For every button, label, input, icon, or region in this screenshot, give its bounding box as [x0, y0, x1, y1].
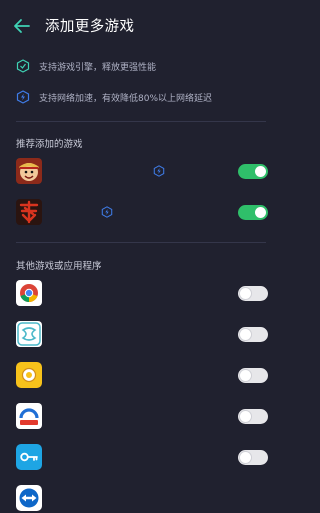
feature-network-text: 支持网络加速，有效降低80%以上网络延迟	[39, 93, 213, 104]
back-arrow-icon[interactable]	[12, 16, 32, 36]
recommended-section-title: 推荐添加的游戏	[16, 139, 83, 150]
app-row[interactable]	[16, 442, 268, 472]
toggle-switch[interactable]	[238, 409, 268, 424]
toggle-knob	[240, 288, 251, 299]
blue-red-app-icon	[16, 403, 42, 429]
feature-network: 支持网络加速，有效降低80%以上网络延迟	[16, 87, 266, 107]
toggle-switch[interactable]	[238, 450, 268, 465]
toggle-switch[interactable]	[238, 327, 268, 342]
toggle-knob	[240, 411, 251, 422]
toggle-switch[interactable]	[238, 286, 268, 301]
app-row[interactable]	[16, 278, 268, 308]
header: 添加更多游戏	[0, 0, 282, 52]
teamviewer-icon	[16, 485, 42, 511]
toggle-switch[interactable]	[238, 164, 268, 179]
others-section-title: 其他游戏或应用程序	[16, 261, 102, 272]
one-piece-game-icon	[16, 158, 42, 184]
network-boost-icon	[153, 165, 165, 177]
app-row[interactable]	[16, 401, 268, 431]
toggle-knob	[255, 166, 266, 177]
app-row[interactable]	[16, 319, 268, 349]
yellow-app-icon	[16, 362, 42, 388]
toggle-knob	[240, 452, 251, 463]
feature-engine: 支持游戏引擎，释放更强性能	[16, 56, 266, 76]
page-title: 添加更多游戏	[45, 19, 135, 35]
key-app-icon	[16, 444, 42, 470]
toggle-knob	[255, 207, 266, 218]
recommended-game-row[interactable]	[16, 197, 268, 227]
recommended-game-row[interactable]	[16, 156, 268, 186]
sha-game-icon	[16, 199, 42, 225]
toggle-knob	[240, 329, 251, 340]
toggle-knob	[240, 370, 251, 381]
network-boost-icon	[101, 206, 113, 218]
network-boost-icon	[16, 90, 30, 104]
toggle-switch[interactable]	[238, 368, 268, 383]
tiled-app-icon	[16, 321, 42, 347]
divider	[16, 242, 266, 243]
chrome-icon	[16, 280, 42, 306]
feature-engine-text: 支持游戏引擎，释放更强性能	[39, 62, 157, 73]
app-row[interactable]	[16, 360, 268, 390]
toggle-switch[interactable]	[238, 205, 268, 220]
divider	[16, 121, 266, 122]
engine-icon	[16, 59, 30, 73]
